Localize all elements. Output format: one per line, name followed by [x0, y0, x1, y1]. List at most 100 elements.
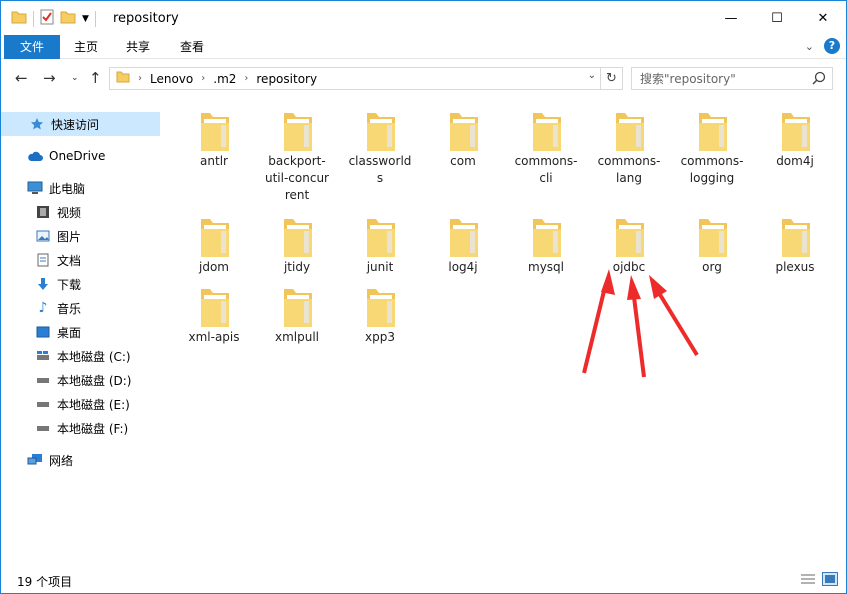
folder-item-xmlpull[interactable]: xmlpull: [256, 277, 338, 377]
chevron-right-icon[interactable]: ›: [201, 73, 205, 84]
folder-item-commons-lang[interactable]: commons- lang: [588, 101, 670, 201]
cloud-icon: [27, 148, 43, 164]
up-button[interactable]: ↑: [89, 69, 102, 87]
item-count: 19 个项目: [17, 575, 73, 589]
window-controls: — ☐ ✕: [708, 1, 846, 35]
folder-icon: [284, 289, 312, 327]
folder-item-plexus[interactable]: plexus: [754, 207, 836, 307]
nav-item-music[interactable]: ♪ 音乐: [1, 296, 160, 320]
nav-item-pictures[interactable]: 图片: [1, 224, 160, 248]
breadcrumb-m2[interactable]: .m2: [213, 72, 236, 86]
folder-item-xpp3[interactable]: xpp3: [339, 277, 421, 377]
folder-name: backport- util-concur rent: [265, 154, 329, 202]
folder-icon: [367, 289, 395, 327]
nav-item-quick-access[interactable]: 快速访问: [1, 112, 160, 136]
nav-item-videos[interactable]: 视频: [1, 200, 160, 224]
close-button[interactable]: ✕: [800, 1, 846, 35]
nav-label: 图片: [57, 229, 82, 244]
search-box[interactable]: [631, 67, 833, 90]
nav-item-drive-c[interactable]: 本地磁盘 (C:): [1, 344, 160, 368]
folder-name: junit: [366, 260, 394, 274]
search-input[interactable]: [632, 68, 808, 89]
divider: [94, 10, 96, 27]
address-bar[interactable]: › Lenovo › .m2 › repository ⌄ ↻: [109, 67, 623, 90]
folder-name: jdom: [199, 260, 229, 274]
file-list: antlr backport- util-concur rent classwo…: [169, 101, 845, 567]
title-bar: ▼ repository — ☐ ✕: [1, 1, 846, 35]
folder-name: classworld s: [348, 154, 412, 185]
folder-icon: [616, 219, 644, 257]
folder-item-dom4j[interactable]: dom4j: [754, 101, 836, 201]
folder-name: ojdbc: [612, 260, 646, 274]
folder-icon: [116, 71, 130, 86]
chevron-right-icon[interactable]: ›: [138, 73, 142, 84]
folder-icon: [201, 219, 229, 257]
chevron-down-icon[interactable]: ⌄: [588, 70, 596, 81]
tab-file[interactable]: 文件: [4, 35, 60, 59]
folder-item-ojdbc[interactable]: ojdbc: [588, 207, 670, 307]
breadcrumb-lenovo[interactable]: Lenovo: [150, 72, 193, 86]
nav-label: 文档: [57, 253, 82, 268]
folder-item-org[interactable]: org: [671, 207, 753, 307]
computer-icon: [27, 180, 43, 196]
details-view-icon[interactable]: [800, 572, 816, 589]
folder-icon: [699, 219, 727, 257]
folder-item-classworlds[interactable]: classworld s: [339, 101, 421, 201]
tab-share[interactable]: 共享: [115, 35, 161, 59]
new-folder-icon[interactable]: [60, 10, 76, 27]
nav-label: 快速访问: [51, 117, 100, 132]
folder-icon: [201, 289, 229, 327]
properties-icon[interactable]: [40, 9, 54, 28]
back-button[interactable]: ←: [15, 69, 28, 87]
folder-icon: [699, 113, 727, 151]
star-icon: [29, 116, 45, 132]
folder-name: mysql: [528, 260, 564, 274]
folder-item-antlr[interactable]: antlr: [173, 101, 255, 201]
folder-item-log4j[interactable]: log4j: [422, 207, 504, 307]
window-title: repository: [113, 11, 179, 26]
nav-label: 音乐: [57, 301, 82, 316]
film-icon: [35, 204, 51, 220]
folder-item-mysql[interactable]: mysql: [505, 207, 587, 307]
chevron-right-icon[interactable]: ›: [244, 73, 248, 84]
maximize-button[interactable]: ☐: [754, 1, 800, 35]
folder-item-backport-util-concurrent[interactable]: backport- util-concur rent: [256, 101, 338, 202]
picture-icon: [35, 228, 51, 244]
minimize-button[interactable]: —: [708, 1, 754, 35]
nav-item-downloads[interactable]: 下载: [1, 272, 160, 296]
nav-item-this-pc[interactable]: 此电脑: [1, 176, 160, 200]
nav-label: 视频: [57, 205, 82, 220]
folder-item-com[interactable]: com: [422, 101, 504, 201]
folder-icon: [367, 113, 395, 151]
folder-icon: [367, 219, 395, 257]
folder-icon: [616, 113, 644, 151]
folder-item-commons-logging[interactable]: commons- logging: [671, 101, 753, 201]
breadcrumb-repository[interactable]: repository: [256, 72, 317, 86]
network-icon: [27, 452, 43, 468]
tab-home[interactable]: 主页: [63, 35, 109, 59]
nav-item-network[interactable]: 网络: [1, 448, 160, 472]
help-icon[interactable]: ?: [824, 38, 840, 54]
folder-name: commons- lang: [597, 154, 661, 185]
recent-locations-icon[interactable]: ⌄: [71, 73, 79, 83]
expand-ribbon-icon[interactable]: ⌄: [805, 40, 814, 53]
nav-item-documents[interactable]: 文档: [1, 248, 160, 272]
nav-item-drive-e[interactable]: 本地磁盘 (E:): [1, 392, 160, 416]
tab-view[interactable]: 查看: [169, 35, 215, 59]
search-icon[interactable]: [812, 71, 826, 88]
forward-button[interactable]: →: [43, 69, 56, 87]
customize-toolbar-icon[interactable]: ▼: [82, 14, 89, 24]
folder-item-xml-apis[interactable]: xml-apis: [173, 277, 255, 377]
folder-item-commons-cli[interactable]: commons- cli: [505, 101, 587, 201]
large-icons-view-icon[interactable]: [822, 572, 838, 589]
nav-item-drive-f[interactable]: 本地磁盘 (F:): [1, 416, 160, 440]
folder-icon: [533, 219, 561, 257]
drive-icon: [35, 420, 51, 436]
folder-name: dom4j: [776, 154, 814, 168]
refresh-button[interactable]: ↻: [600, 68, 622, 89]
nav-item-onedrive[interactable]: OneDrive: [1, 144, 160, 168]
nav-item-drive-d[interactable]: 本地磁盘 (D:): [1, 368, 160, 392]
breadcrumb: › Lenovo › .m2 › repository: [116, 71, 317, 86]
music-note-icon: ♪: [38, 300, 48, 316]
nav-item-desktop[interactable]: 桌面: [1, 320, 160, 344]
